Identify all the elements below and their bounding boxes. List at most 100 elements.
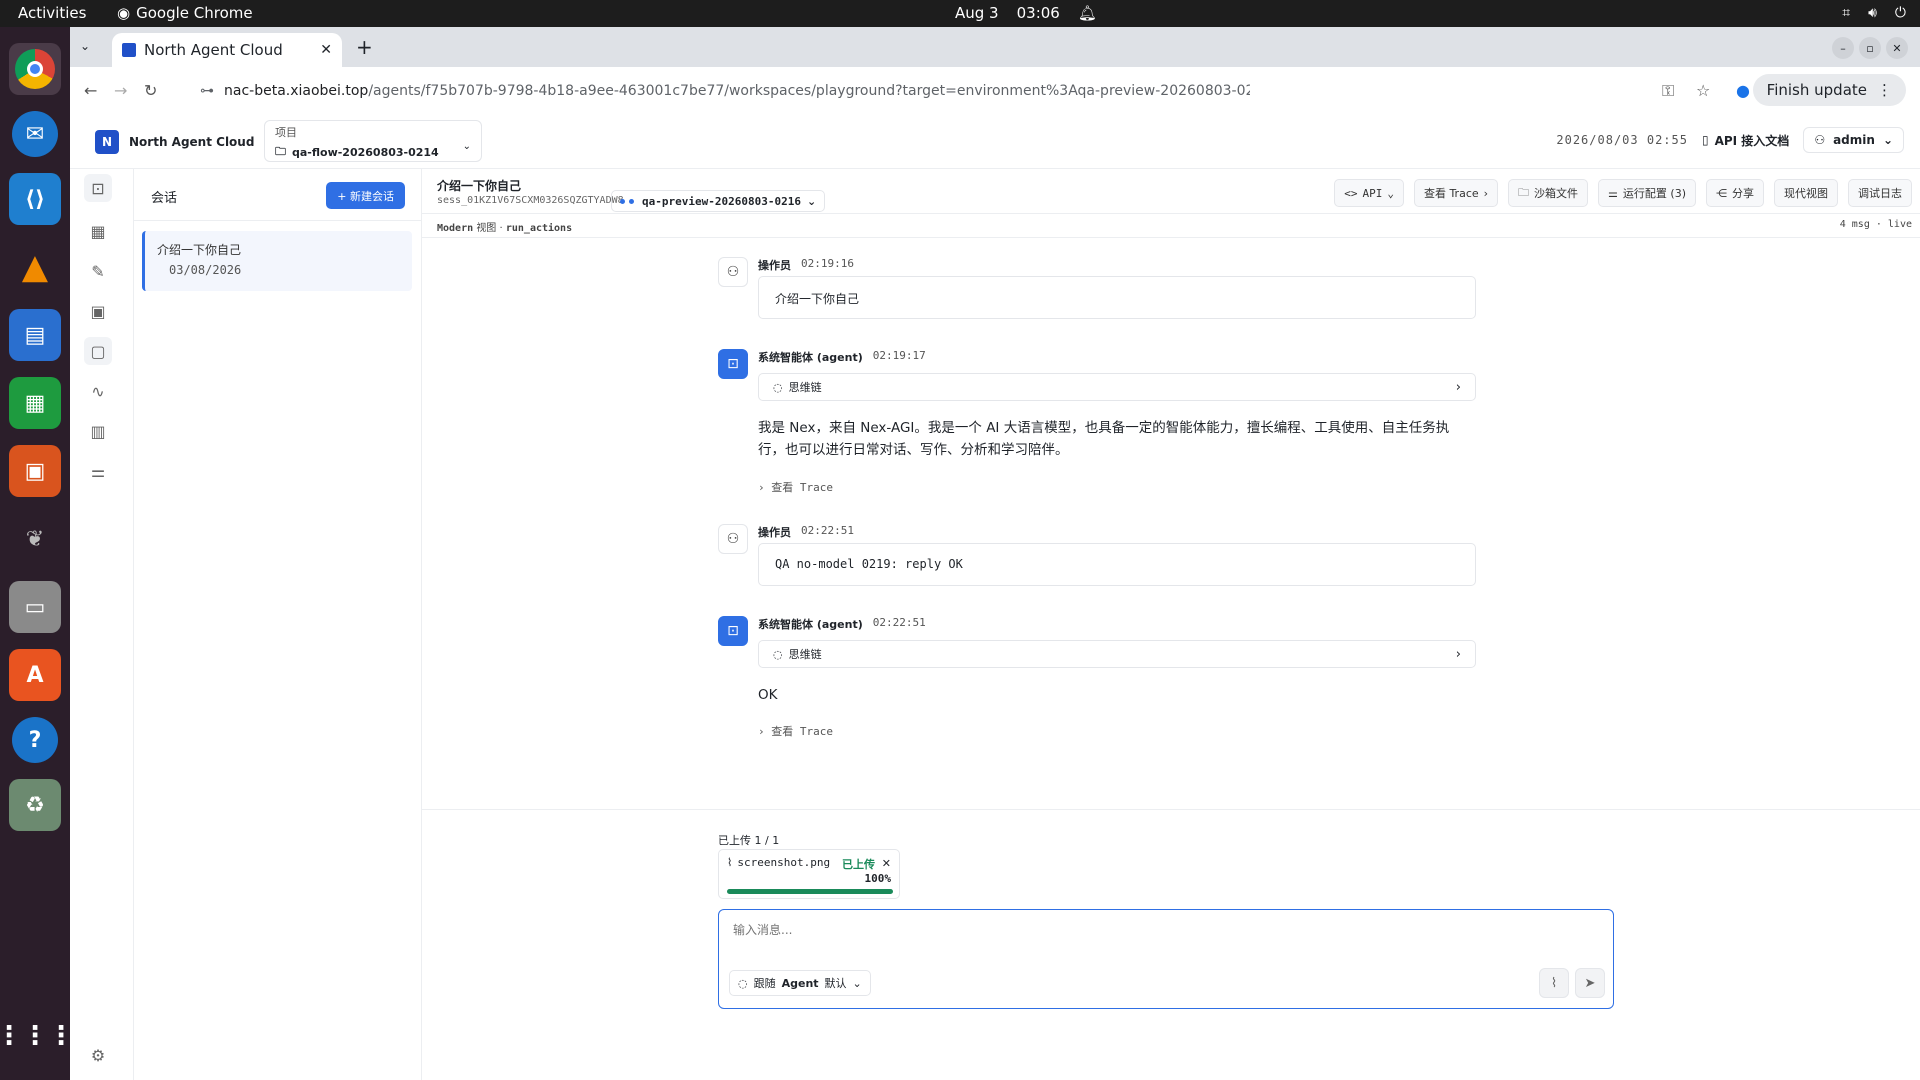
sessions-title: 会话 xyxy=(151,191,178,206)
password-key-icon[interactable]: ⚿ xyxy=(1662,81,1674,101)
trash-dock-icon[interactable]: ♻ xyxy=(9,779,61,831)
thinking-chain-toggle[interactable]: ◌ 思维链 › xyxy=(758,640,1476,668)
api-button[interactable]: <> API ⌄ xyxy=(1334,179,1404,207)
share-button[interactable]: ⋲ 分享 xyxy=(1706,179,1764,207)
app-menu[interactable]: ◉ Google Chrome xyxy=(117,4,253,22)
user-avatar-icon: ⚇ xyxy=(718,524,748,554)
chat-main: 介绍一下你自己 sess_01KZ1V67SCXM0326SQZGTYADW8 … xyxy=(422,169,1920,1080)
edit-icon[interactable]: ✎ xyxy=(84,257,112,285)
dashboard-icon[interactable]: ▦ xyxy=(84,217,112,245)
chat-title: 介绍一下你自己 xyxy=(437,179,522,193)
user-avatar-icon: ⚇ xyxy=(718,257,748,287)
tab-search-icon[interactable]: ⌄ xyxy=(80,39,90,53)
message-input[interactable] xyxy=(733,923,1533,937)
chrome-dock-icon[interactable] xyxy=(9,43,61,95)
show-apps-icon[interactable]: ⋮⋮⋮ xyxy=(0,1010,74,1062)
view-trace-link[interactable]: › 查看 Trace xyxy=(758,723,833,739)
close-window-button[interactable]: ✕ xyxy=(1886,37,1908,59)
view-subbar: Modern 视图 · run_actions 4 msg · live xyxy=(422,214,1920,238)
maximize-button[interactable]: ▫ xyxy=(1859,37,1881,59)
environment-selector[interactable]: qa-preview-20260803-0216 ⌄ xyxy=(611,190,826,212)
folder-icon: 🗀︎ xyxy=(1518,185,1530,199)
finish-update-button[interactable]: Finish update ⋮ xyxy=(1752,74,1906,106)
user-icon: ⚇ xyxy=(1814,133,1826,147)
new-tab-button[interactable]: + xyxy=(356,35,373,59)
address-bar[interactable]: ⊶ nac-beta.xiaobei.top/agents/f75b707b-9… xyxy=(200,75,1250,107)
chevron-down-icon: ⌄ xyxy=(1882,133,1893,147)
web-page: N North Agent Cloud 项目 🗀︎ qa-flow-20260803… xyxy=(70,114,1920,1080)
chevron-down-icon: ⌄ xyxy=(806,194,817,208)
modern-view-button[interactable]: 现代视图 xyxy=(1774,179,1838,207)
impress-dock-icon[interactable]: ▣ xyxy=(9,445,61,497)
activity-icon[interactable]: ∿ xyxy=(84,377,112,405)
profile-icon[interactable]: ● xyxy=(1736,81,1750,100)
bot-avatar-icon: ⊡ xyxy=(718,616,748,646)
gimp-dock-icon[interactable]: ❦ xyxy=(9,513,61,565)
agent-selector[interactable]: ◌ 跟随 Agent 默认 ⌄ xyxy=(729,970,871,996)
close-tab-icon[interactable]: ✕ xyxy=(320,42,332,58)
help-dock-icon[interactable]: ? xyxy=(12,717,58,763)
chevron-right-icon: › xyxy=(1483,186,1489,200)
message-composer: ◌跟随Agent默认⌄ ⌇ ➤ xyxy=(718,909,1614,1009)
tab-favicon-icon xyxy=(122,43,136,57)
activities-button[interactable]: Activities xyxy=(18,4,86,22)
site-info-icon[interactable]: ⊶ xyxy=(200,83,214,99)
dock: ✉ ⟨⟩ ▲ ▤ ▦ ▣ ❦ ▭ A ? ♻ ⋮⋮⋮ xyxy=(0,27,74,1080)
terminal-icon[interactable]: ▣ xyxy=(84,297,112,325)
debug-log-button[interactable]: 调试日志 xyxy=(1848,179,1912,207)
sliders-icon: ⚌ xyxy=(1608,186,1618,200)
chart-icon[interactable]: ▥ xyxy=(84,417,112,445)
sliders-icon[interactable]: ⚌ xyxy=(84,457,112,485)
send-icon: ➤ xyxy=(1584,975,1596,991)
input-area: 已上传 1 / 1 ⌇screenshot.png 已上传 ✕ 100% ◌跟随… xyxy=(422,809,1920,1080)
paperclip-icon: ⌇ xyxy=(1550,975,1558,991)
chevron-right-icon: › xyxy=(1455,646,1461,662)
attachment-card: ⌇ screenshot.png 已上传 ✕ 100% xyxy=(718,849,900,899)
send-button[interactable]: ➤ xyxy=(1575,968,1605,998)
calc-dock-icon[interactable]: ▦ xyxy=(9,377,61,429)
back-icon[interactable]: ← xyxy=(84,81,97,100)
project-selector[interactable]: 项目 🗀︎ qa-flow-20260803-0214 ⌄ xyxy=(264,120,482,162)
browser-tab[interactable]: North Agent Cloud ✕ xyxy=(112,33,342,67)
agent-icon[interactable]: ⊡ xyxy=(84,174,112,202)
remove-attachment-icon[interactable]: ✕ xyxy=(882,857,891,870)
clock[interactable]: Aug 3 03:06 🔔︎ xyxy=(955,4,1097,22)
bot-avatar-icon: ⊡ xyxy=(718,349,748,379)
folder-icon: 🗀︎ xyxy=(275,145,286,158)
power-icon: ⏻ xyxy=(1894,5,1906,21)
view-trace-link[interactable]: › 查看 Trace xyxy=(758,479,833,495)
system-tray[interactable]: ⌗ 🔊︎ ⏻ xyxy=(1842,5,1906,21)
icon-rail: ⊡ ▦ ✎ ▣ ▢ ∿ ▥ ⚌ ⚙ xyxy=(70,169,134,1080)
datetime: 2026/08/03 02:55 xyxy=(1556,133,1688,147)
thinking-chain-toggle[interactable]: ◌ 思维链 › xyxy=(758,373,1476,401)
minimize-button[interactable]: – xyxy=(1832,37,1854,59)
browser-frame: ⌄ North Agent Cloud ✕ + – ▫ ✕ ← → ↻ ⊶ na… xyxy=(70,27,1920,114)
forward-icon[interactable]: → xyxy=(114,81,127,100)
chat-icon[interactable]: ▢ xyxy=(84,337,112,365)
user-menu[interactable]: ⚇ admin ⌄ xyxy=(1803,127,1904,153)
chevron-down-icon: ⌄ xyxy=(462,141,471,152)
app-center-dock-icon[interactable]: A xyxy=(9,649,61,701)
thunderbird-dock-icon[interactable]: ✉ xyxy=(12,111,58,157)
brand[interactable]: N North Agent Cloud xyxy=(95,130,254,154)
book-icon: ▯ xyxy=(1701,133,1709,147)
writer-dock-icon[interactable]: ▤ xyxy=(9,309,61,361)
session-item[interactable]: 介绍一下你自己 03/08/2026 xyxy=(142,231,412,291)
vlc-dock-icon[interactable]: ▲ xyxy=(9,241,61,293)
api-docs-link[interactable]: ▯ API 接入文档 xyxy=(1702,132,1789,149)
settings-icon[interactable]: ⚙ xyxy=(84,1041,112,1069)
run-config-button[interactable]: ⚌ 运行配置 (3) xyxy=(1598,179,1696,207)
vscode-dock-icon[interactable]: ⟨⟩ xyxy=(9,173,61,225)
share-icon: ⋲ xyxy=(1716,186,1727,200)
new-session-button[interactable]: + 新建会话 xyxy=(326,182,405,209)
network-icon: ⌗ xyxy=(1842,5,1851,21)
sandbox-files-button[interactable]: 🗀︎ 沙箱文件 xyxy=(1508,179,1589,207)
attach-button[interactable]: ⌇ xyxy=(1539,968,1569,998)
bulb-icon: ◌ xyxy=(773,647,783,661)
reload-icon[interactable]: ↻ xyxy=(144,81,157,100)
agent-reply: OK xyxy=(758,687,778,703)
view-trace-button[interactable]: 查看 Trace › xyxy=(1413,179,1499,207)
chat-header: 介绍一下你自己 sess_01KZ1V67SCXM0326SQZGTYADW8 … xyxy=(422,169,1920,214)
bookmark-star-icon[interactable]: ☆ xyxy=(1696,81,1710,100)
files-dock-icon[interactable]: ▭ xyxy=(9,581,61,633)
